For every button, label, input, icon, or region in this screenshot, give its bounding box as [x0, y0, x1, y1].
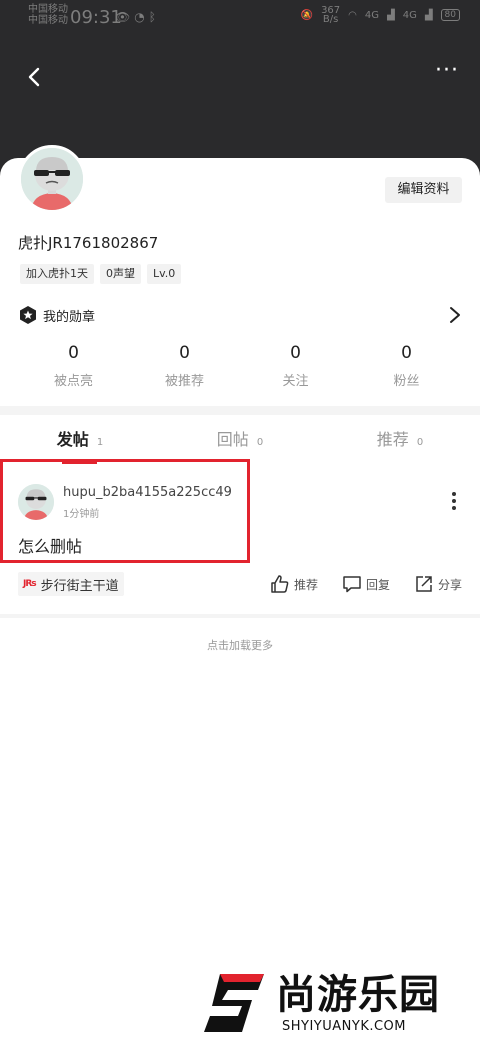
status-bar: 中国移动 中国移动 09:31 👁◔ᛒ 🔕 367 B/s ◠ 4G ▟ 4G … [0, 0, 480, 36]
tab-recommend[interactable]: 推荐 0 [320, 424, 480, 464]
back-button[interactable] [20, 62, 50, 92]
username: 虎扑JR1761802867 [18, 234, 159, 252]
net-speed: 367 B/s [321, 6, 340, 25]
stat-followers-label: 粉丝 [393, 374, 420, 389]
forum-logo-icon: JRs [23, 579, 37, 589]
stat-lit-label: 被点亮 [53, 374, 93, 389]
status-right: 🔕 367 B/s ◠ 4G ▟ 4G ▟ 80 [300, 6, 460, 25]
my-medals-row[interactable]: 我的勋章 [18, 302, 462, 328]
post-avatar-image [18, 484, 54, 520]
share-label: 分享 [437, 577, 462, 592]
carrier-top: 中国移动 [28, 4, 68, 15]
stats-row: 0 被点亮 0 被推荐 0 关注 0 粉丝 [18, 342, 462, 389]
carrier-label: 中国移动 中国移动 [28, 4, 68, 26]
vertical-dots-icon [452, 492, 456, 510]
post-more-button[interactable] [448, 490, 460, 512]
watermark-text: 尚游乐园 [276, 972, 440, 1018]
forum-tag[interactable]: JRs 步行街主干道 [18, 572, 124, 596]
reputation-tag: 0声望 [100, 264, 141, 284]
watermark-url: SHYIYUANYK.COM [282, 1019, 406, 1034]
site-watermark: 尚游乐园 SHYIYUANYK.COM [200, 970, 480, 1040]
tab-posts-label: 发帖 [56, 430, 89, 449]
stat-recommended-label: 被推荐 [164, 374, 204, 389]
tab-posts[interactable]: 发帖 1 [0, 424, 160, 464]
post-timestamp: 1分钟前 [63, 509, 100, 520]
content-tabs: 发帖 1 回帖 0 推荐 0 [0, 424, 480, 464]
carrier-bottom: 中国移动 [28, 15, 68, 26]
mute-icon: 🔕 [300, 9, 314, 21]
tab-recommend-label: 推荐 [376, 430, 409, 449]
signal-label-2: 4G [402, 9, 417, 21]
comment-icon [343, 576, 361, 593]
post-title[interactable]: 怎么删帖 [18, 533, 82, 557]
reply-label: 回复 [365, 577, 390, 592]
stat-following-label: 关注 [282, 374, 309, 389]
active-tab-indicator [62, 461, 97, 464]
stat-recommended[interactable]: 0 被推荐 [129, 342, 240, 389]
medal-icon [20, 306, 36, 324]
recommend-button[interactable]: 推荐 [270, 574, 318, 594]
eye-icon: 👁 [115, 10, 135, 24]
more-button[interactable]: ··· [432, 60, 462, 88]
profile-tags: 加入虎扑1天 0声望 Lv.0 [20, 264, 182, 284]
share-icon [416, 576, 432, 592]
more-dots-icon: ··· [435, 58, 459, 83]
my-medals-label: 我的勋章 [43, 310, 96, 325]
avatar[interactable] [18, 145, 86, 213]
wifi-icon: ◠ [348, 9, 357, 21]
tab-recommend-count: 0 [416, 437, 424, 448]
tab-posts-count: 1 [96, 437, 104, 448]
signal-icon-1: ▟ [387, 9, 395, 21]
post-author-avatar[interactable] [18, 484, 54, 520]
reply-button[interactable]: 回复 [342, 574, 390, 594]
signal-icon-2: ▟ [424, 9, 433, 21]
tab-replies-count: 0 [256, 437, 264, 448]
post-divider [0, 614, 480, 618]
tab-replies-label: 回帖 [216, 430, 249, 449]
battery-icon: 80 [440, 9, 460, 21]
section-divider [0, 406, 480, 415]
forum-name: 步行街主干道 [40, 578, 119, 594]
stat-lit[interactable]: 0 被点亮 [18, 342, 129, 389]
stat-following[interactable]: 0 关注 [240, 342, 351, 389]
join-days-tag: 加入虎扑1天 [20, 264, 94, 284]
recommend-label: 推荐 [293, 577, 318, 592]
stat-following-value: 0 [290, 343, 301, 363]
chevron-right-icon [450, 307, 460, 323]
signal-label-1: 4G [364, 9, 380, 21]
stat-followers[interactable]: 0 粉丝 [351, 342, 462, 389]
thumbs-up-icon [271, 575, 289, 593]
alarm-icon: ◔ [134, 10, 149, 24]
chevron-left-icon [28, 67, 40, 87]
stat-lit-value: 0 [68, 343, 79, 363]
tab-replies[interactable]: 回帖 0 [160, 424, 320, 464]
load-more-link[interactable]: 点击加载更多 [0, 637, 480, 653]
level-tag: Lv.0 [147, 264, 182, 284]
edit-profile-button[interactable]: 编辑资料 [385, 177, 462, 203]
net-speed-unit: B/s [322, 14, 339, 25]
share-button[interactable]: 分享 [414, 574, 462, 594]
watermark-logo-icon [204, 974, 264, 1032]
stat-followers-value: 0 [401, 343, 412, 363]
status-icons: 👁◔ᛒ [115, 10, 160, 24]
bluetooth-icon: ᛒ [148, 10, 160, 24]
post-actions: 推荐 回复 分享 [270, 574, 462, 594]
avatar-image [21, 148, 83, 210]
post-author-name[interactable]: hupu_b2ba4155a225cc49 [63, 485, 232, 500]
stat-recommended-value: 0 [179, 343, 190, 363]
